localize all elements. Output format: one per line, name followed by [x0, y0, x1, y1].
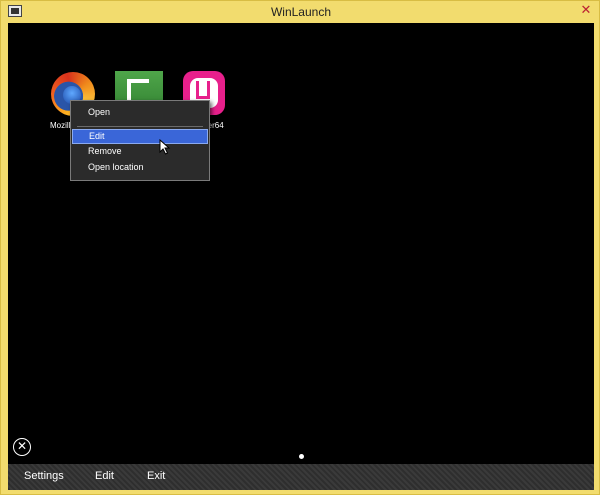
bottom-bar: Settings Edit Exit: [8, 464, 594, 490]
menu-item-remove[interactable]: Remove: [72, 144, 208, 159]
close-circle-icon[interactable]: ✕: [13, 438, 31, 456]
winlaunch-window: WinLaunch ✕ Mozilla rver64 Open Edit Rem…: [0, 0, 600, 495]
context-menu: Open Edit Remove Open location: [70, 100, 210, 181]
menu-item-open-location[interactable]: Open location: [72, 160, 208, 175]
page-indicator-dot[interactable]: [299, 454, 304, 459]
menu-item-edit[interactable]: Edit: [72, 129, 208, 144]
exit-button[interactable]: Exit: [147, 470, 165, 482]
menu-separator: [77, 126, 203, 127]
menu-item-open[interactable]: Open: [72, 105, 208, 120]
mouse-cursor-icon: [159, 139, 171, 155]
window-title: WinLaunch: [270, 5, 332, 19]
window-close-button[interactable]: ✕: [576, 1, 596, 19]
settings-button[interactable]: Settings: [24, 470, 64, 482]
launcher-area: Mozilla rver64 Open Edit Remove Open loc…: [8, 23, 594, 464]
title-bar[interactable]: WinLaunch ✕: [1, 1, 600, 23]
edit-button[interactable]: Edit: [95, 470, 114, 482]
